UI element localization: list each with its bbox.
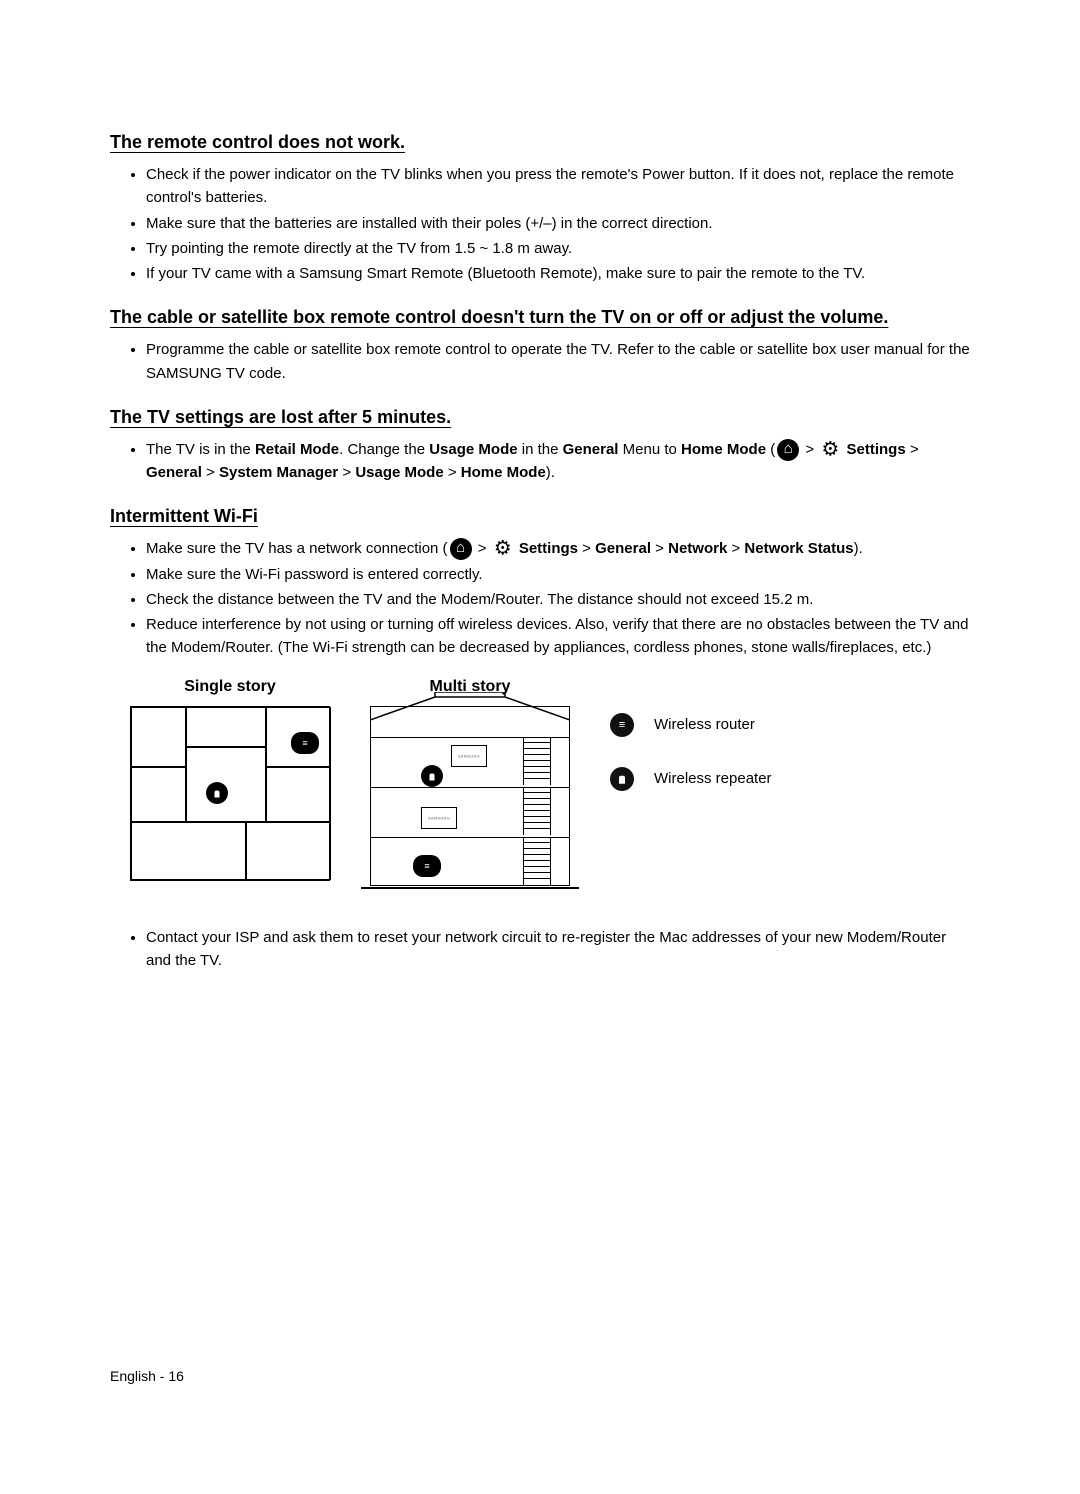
nav-sep: >	[202, 464, 219, 481]
bold-home-mode: Home Mode	[681, 441, 766, 458]
text-fragment: Menu to	[618, 441, 681, 458]
legend-row-router: Wireless router	[610, 713, 772, 737]
heading-cable: The cable or satellite box remote contro…	[110, 307, 970, 328]
list-item: Programme the cable or satellite box rem…	[146, 338, 970, 385]
nav-sep: >	[444, 464, 461, 481]
house-multi-story: ≡	[370, 706, 570, 886]
list-settings: The TV is in the Retail Mode. Change the…	[146, 438, 970, 485]
list-item: Make sure the Wi-Fi password is entered …	[146, 563, 970, 586]
list-item: Check the distance between the TV and th…	[146, 588, 970, 611]
nav-settings: Settings	[847, 441, 906, 458]
list-item: Contact your ISP and ask them to reset y…	[146, 926, 970, 973]
nav-sep: >	[474, 540, 491, 557]
nav-network: Network	[668, 540, 727, 557]
text-fragment: ).	[546, 464, 555, 481]
list-item: Try pointing the remote directly at the …	[146, 237, 970, 260]
gear-icon	[493, 539, 513, 559]
roof-icon	[370, 692, 570, 722]
nav-sep: >	[906, 441, 919, 458]
list-item: Check if the power indicator on the TV b…	[146, 163, 970, 210]
nav-sep: >	[801, 441, 818, 458]
heading-remote: The remote control does not work.	[110, 132, 970, 153]
legend-text-router: Wireless router	[654, 716, 755, 733]
nav-usage-mode: Usage Mode	[355, 464, 443, 481]
list-item: Make sure that the batteries are install…	[146, 212, 970, 235]
tv-icon	[421, 807, 457, 829]
text-fragment: The TV is in the	[146, 441, 255, 458]
stairs-icon	[523, 787, 551, 835]
text-fragment: in the	[518, 441, 563, 458]
stairs-icon	[523, 737, 551, 785]
nav-system-manager: System Manager	[219, 464, 338, 481]
list-item: Make sure the TV has a network connectio…	[146, 537, 970, 560]
text-fragment: ).	[854, 540, 863, 557]
floorplan-single-story: ≡	[130, 706, 330, 881]
nav-sep: >	[727, 540, 744, 557]
nav-general: General	[595, 540, 651, 557]
diagram-legend: Wireless router Wireless repeater	[610, 713, 772, 791]
router-icon: ≡	[413, 855, 441, 877]
nav-network-status: Network Status	[744, 540, 853, 557]
list-item: The TV is in the Retail Mode. Change the…	[146, 438, 970, 485]
repeater-icon	[610, 767, 634, 791]
stairs-icon	[523, 837, 551, 885]
list-item: If your TV came with a Samsung Smart Rem…	[146, 262, 970, 285]
text-fragment: . Change the	[339, 441, 429, 458]
list-item: Reduce interference by not using or turn…	[146, 613, 970, 660]
nav-general: General	[146, 464, 202, 481]
diagrams-row: Single story ≡ Multi story	[130, 678, 970, 886]
legend-row-repeater: Wireless repeater	[610, 767, 772, 791]
nav-settings: Settings	[519, 540, 578, 557]
router-icon: ≡	[291, 732, 319, 754]
text-fragment: Make sure the TV has a network connectio…	[146, 540, 448, 557]
nav-sep: >	[338, 464, 355, 481]
bold-general: General	[563, 441, 619, 458]
list-wifi: Make sure the TV has a network connectio…	[146, 537, 970, 659]
tv-icon	[451, 745, 487, 767]
nav-home-mode: Home Mode	[461, 464, 546, 481]
gear-icon	[820, 440, 840, 460]
heading-wifi: Intermittent Wi-Fi	[110, 506, 970, 527]
heading-settings-lost: The TV settings are lost after 5 minutes…	[110, 407, 970, 428]
nav-sep: >	[651, 540, 668, 557]
legend-text-repeater: Wireless repeater	[654, 770, 772, 787]
nav-sep: >	[578, 540, 595, 557]
repeater-icon	[421, 765, 443, 787]
home-icon	[777, 439, 799, 461]
diagram-multi-story: Multi story ≡	[370, 678, 570, 886]
repeater-icon	[206, 782, 228, 804]
router-icon	[610, 713, 634, 737]
list-cable: Programme the cable or satellite box rem…	[146, 338, 970, 385]
home-icon	[450, 538, 472, 560]
diagram-single-story: Single story ≡	[130, 678, 330, 881]
list-contact: Contact your ISP and ask them to reset y…	[146, 926, 970, 973]
page-footer: English - 16	[110, 1368, 184, 1384]
text-fragment: (	[766, 441, 775, 458]
bold-retail-mode: Retail Mode	[255, 441, 339, 458]
bold-usage-mode: Usage Mode	[429, 441, 517, 458]
list-remote: Check if the power indicator on the TV b…	[146, 163, 970, 285]
diagram-label-single: Single story	[184, 678, 276, 696]
